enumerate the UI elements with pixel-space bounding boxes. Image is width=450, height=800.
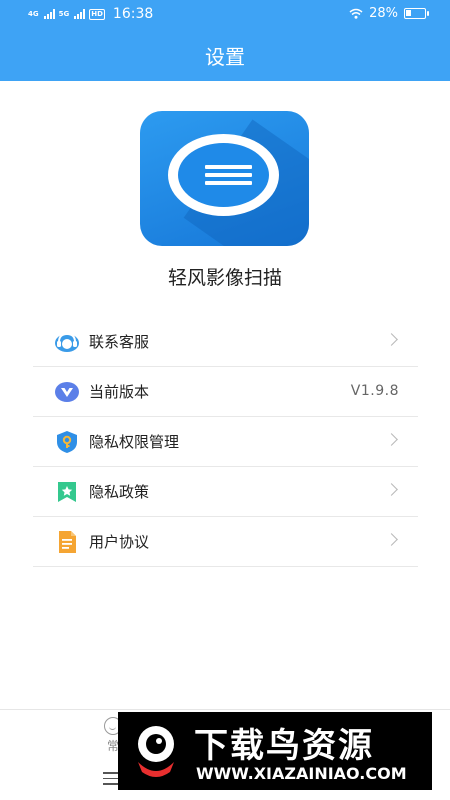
version-icon [55,382,79,402]
menu-item-privacy-policy[interactable]: 隐私政策 [33,467,418,517]
menu-item-label: 用户协议 [89,533,150,551]
watermark-overlay: 下载鸟资源 WWW.XIAZAINIAO.COM [118,712,432,790]
menu-item-privacy-permissions[interactable]: 隐私权限管理 [33,417,418,467]
status-time: 16:38 [112,6,154,22]
menu-item-user-agreement[interactable]: 用户协议 [33,517,418,567]
logo-line [205,173,252,177]
bottom-nav-divider [0,709,450,710]
chevron-right-icon [385,483,398,496]
chevron-right-icon [385,533,398,546]
header-bar: 4G 5G HD 16:38 28% 设置 [0,0,450,81]
battery-level-fill [406,10,411,16]
watermark-url: WWW.XIAZAINIAO.COM [196,764,407,783]
document-icon [59,531,76,553]
status-bar: 4G 5G HD 16:38 28% [0,0,450,28]
app-logo-icon [140,111,309,246]
menu-item-label: 隐私权限管理 [89,433,180,451]
logo-inner [178,143,269,207]
headset-icon [55,332,79,352]
watermark-text: 下载鸟资源 [194,726,374,766]
signal-icon-2 [74,9,86,19]
app-name: 轻风影像扫描 [167,267,282,289]
version-value: V1.9.8 [350,383,399,399]
menu-item-contact-support[interactable]: 联系客服 [33,317,418,367]
battery-icon [404,8,429,19]
menu-item-current-version[interactable]: 当前版本 V1.9.8 [33,367,418,417]
page-title: 设置 [205,45,245,69]
network-type-label-2: 5G [58,10,70,18]
battery-percent: 28% [369,6,398,21]
logo-line [205,165,252,169]
wifi-icon [349,8,363,19]
bird-logo-icon [138,726,174,777]
chevron-right-icon [385,333,398,346]
menu-item-label: 联系客服 [89,333,150,351]
chevron-right-icon [385,433,398,446]
settings-menu: 联系客服 当前版本 V1.9.8 隐私权限管理 隐私政策 用户协议 [33,317,418,567]
menu-icon[interactable] [103,772,118,789]
logo-line [205,181,252,185]
policy-star-icon [58,482,76,502]
shield-key-icon [57,431,77,453]
network-type-label: 4G [28,10,39,18]
menu-item-label: 当前版本 [89,383,150,401]
hd-icon: HD [89,8,105,20]
menu-item-label: 隐私政策 [89,483,150,501]
logo-ring [168,134,279,216]
signal-icon [43,9,55,19]
